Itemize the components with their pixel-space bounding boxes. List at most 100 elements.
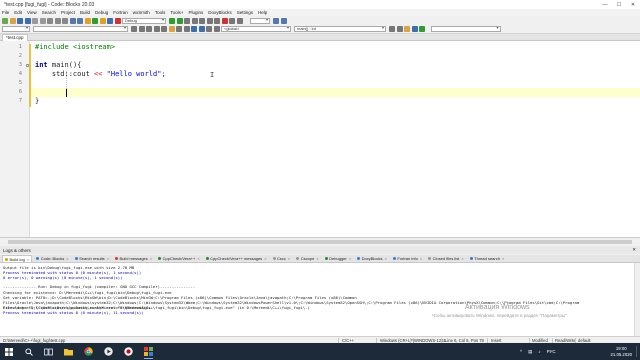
network-icon[interactable]: ▤ xyxy=(528,349,532,355)
log-tab-close-icon[interactable]: × xyxy=(27,256,29,263)
search-options-icon[interactable] xyxy=(280,18,287,24)
log-tab-close-icon[interactable]: × xyxy=(461,255,463,262)
copy-icon[interactable] xyxy=(54,18,61,24)
show-desktop-button[interactable] xyxy=(636,346,638,357)
replace-icon[interactable] xyxy=(77,18,83,24)
thread-search-input[interactable] xyxy=(430,26,501,32)
recorder-icon[interactable] xyxy=(122,345,135,358)
menu-file[interactable]: File xyxy=(2,10,9,15)
redo-icon[interactable] xyxy=(39,18,46,24)
code-completion-scope-select[interactable] xyxy=(2,26,30,32)
maximize-button[interactable]: ☐ xyxy=(612,2,626,8)
input-language[interactable]: РУС xyxy=(547,349,556,354)
menu-doxyblocks[interactable]: DoxyBlocks xyxy=(208,10,232,15)
comment-icon[interactable] xyxy=(176,26,182,32)
log-tab[interactable]: Fortran info × xyxy=(391,255,424,262)
log-tab-close-icon[interactable]: × xyxy=(107,255,109,262)
next-instruction-icon[interactable] xyxy=(206,18,213,24)
log-tab[interactable]: Debugger × xyxy=(323,255,353,262)
rebuild-icon[interactable] xyxy=(107,18,113,24)
menu-search[interactable]: Search xyxy=(42,10,56,15)
find-icon[interactable] xyxy=(69,18,76,24)
log-tab[interactable]: Code::Blocks × xyxy=(34,255,70,262)
log-tab-close-icon[interactable]: × xyxy=(197,255,199,262)
code-editor[interactable]: 1 2 3 4 5 6 7 #include <iostream> int ma… xyxy=(0,41,640,237)
open-folder-icon[interactable] xyxy=(9,18,16,24)
close-logs-icon[interactable]: ✕ xyxy=(632,247,636,253)
log-tab-close-icon[interactable]: × xyxy=(66,255,68,262)
debug-continue-icon[interactable] xyxy=(169,18,175,24)
regex-icon[interactable] xyxy=(213,26,220,32)
minimize-button[interactable]: — xyxy=(598,2,612,8)
debug-windows-icon[interactable] xyxy=(229,18,235,24)
log-tab-close-icon[interactable]: × xyxy=(288,255,290,262)
task-view-icon[interactable] xyxy=(42,345,55,358)
search-icon[interactable] xyxy=(273,18,279,24)
next-function-icon[interactable] xyxy=(396,26,403,32)
log-tab[interactable]: Search results × xyxy=(73,255,111,262)
log-tab-close-icon[interactable]: × xyxy=(150,255,152,262)
stop-debug-icon[interactable] xyxy=(221,18,228,24)
volume-icon[interactable]: ♪ xyxy=(538,349,540,354)
media-player-icon[interactable] xyxy=(102,345,115,358)
declaration-icon[interactable] xyxy=(411,26,418,32)
build-log-output[interactable]: Output file is bin\Debug\fugi_fugi.exe w… xyxy=(0,263,640,336)
preprocessor-icon[interactable] xyxy=(404,26,410,32)
doxyblocks-icon[interactable] xyxy=(191,26,197,32)
log-tab[interactable]: Build messages × xyxy=(113,255,154,262)
match-case-icon[interactable] xyxy=(206,26,212,32)
file-explorer-icon[interactable] xyxy=(62,345,75,358)
log-vertical-scrollbar[interactable] xyxy=(634,263,640,336)
taskbar-clock[interactable]: 19:00 21.05.2020 xyxy=(610,346,632,357)
log-tab-close-icon[interactable]: × xyxy=(349,255,351,262)
log-tab[interactable]: Cscope × xyxy=(294,255,320,262)
menu-wxsmith[interactable]: wxSmith xyxy=(133,10,150,15)
save-all-icon[interactable] xyxy=(24,18,31,24)
log-tab[interactable]: CppCheck/Vera++ messages × xyxy=(204,255,269,262)
menu-view[interactable]: View xyxy=(27,10,37,15)
scope-select[interactable]: <global> xyxy=(221,26,291,32)
new-file-icon[interactable] xyxy=(2,18,8,24)
build-gear-icon[interactable] xyxy=(84,18,91,24)
search-icon[interactable] xyxy=(22,345,35,358)
scrollbar-thumb[interactable] xyxy=(8,240,632,244)
log-tab-close-icon[interactable]: × xyxy=(316,255,318,262)
menu-plugins[interactable]: Plugins xyxy=(188,10,203,15)
next-bookmark-icon[interactable] xyxy=(161,26,167,32)
log-tab[interactable]: DoxyBlocks × xyxy=(355,255,389,262)
prev-function-icon[interactable] xyxy=(389,26,395,32)
log-tab[interactable]: Cscc × xyxy=(271,255,293,262)
jump-back-icon[interactable] xyxy=(131,26,137,32)
menu-tools[interactable]: Tools xyxy=(155,10,166,15)
run-to-cursor-icon[interactable] xyxy=(176,18,183,24)
windows-start-icon[interactable] xyxy=(2,345,15,358)
doxyblocks-extract-icon[interactable] xyxy=(198,26,205,32)
menu-settings[interactable]: Settings xyxy=(237,10,253,15)
build-target-select[interactable]: Debug xyxy=(122,18,166,24)
jump-forward-icon[interactable] xyxy=(138,26,145,32)
menu-fortran[interactable]: Fortran xyxy=(113,10,128,15)
chrome-icon[interactable] xyxy=(82,345,95,358)
menu-project[interactable]: Project xyxy=(61,10,75,15)
log-tab[interactable]: Thread search × xyxy=(468,255,507,262)
implementation-icon[interactable] xyxy=(419,26,425,32)
tab-test-cpp[interactable]: *test.cpp xyxy=(2,34,28,41)
debug-info-icon[interactable] xyxy=(236,18,243,24)
editor-horizontal-scrollbar[interactable] xyxy=(0,237,640,245)
undo-icon[interactable] xyxy=(32,18,38,24)
log-tab[interactable]: Closed files list × xyxy=(426,255,466,262)
log-tab[interactable]: Build log × xyxy=(2,255,33,263)
search-history-select[interactable] xyxy=(250,18,270,24)
cut-icon[interactable] xyxy=(47,18,53,24)
tray-arrow-icon[interactable]: ^ xyxy=(520,349,522,354)
code-completion-symbol-select[interactable] xyxy=(33,26,128,32)
log-tab-close-icon[interactable]: × xyxy=(502,255,504,262)
prev-bookmark-icon[interactable] xyxy=(153,26,160,32)
codeblocks-taskbar-icon[interactable] xyxy=(142,345,155,359)
toggle-bookmark-icon[interactable] xyxy=(146,26,152,32)
abort-icon[interactable] xyxy=(114,18,121,24)
paste-icon[interactable] xyxy=(62,18,68,24)
log-tab-close-icon[interactable]: × xyxy=(264,255,266,262)
menu-help[interactable]: Help xyxy=(258,10,267,15)
menu-build[interactable]: Build xyxy=(80,10,90,15)
